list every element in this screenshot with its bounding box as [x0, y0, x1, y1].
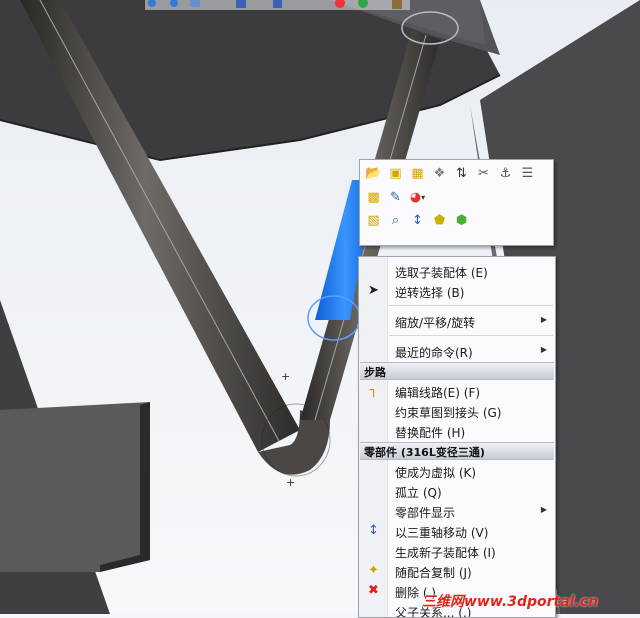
context-menu: 选取子装配体 (E) ➤ 逆转选择 (B) 缩放/平移/旋转 ▶ 最近的命令(R… [358, 256, 556, 618]
section-header-label: 步路 [364, 366, 386, 379]
route-icon: ┐ [369, 383, 378, 398]
menu-item-component-display[interactable]: 零部件显示 ▶ [359, 501, 555, 521]
appearance-icon[interactable]: ◕ ▾ [408, 188, 427, 207]
menu-item-copy-with-mates[interactable]: ✦ 随配合复制 (J) [359, 561, 555, 581]
menu-item-label: 缩放/平移/旋转 [395, 316, 476, 330]
menu-item-label: 孤立 (Q) [395, 486, 442, 500]
cursor-icon: ➤ [368, 283, 379, 298]
menu-item-label: 以三重轴移动 (V) [395, 526, 489, 540]
menu-item-label: 逆转选择 (B) [395, 286, 465, 300]
menu-item-invert-selection[interactable]: ➤ 逆转选择 (B) [359, 281, 555, 301]
svg-text:+: + [286, 476, 295, 489]
menu-item-zoom-pan-rotate[interactable]: 缩放/平移/旋转 ▶ [359, 311, 555, 331]
part-icon[interactable]: ▣ [386, 164, 405, 183]
menu-item-isolate[interactable]: 孤立 (Q) [359, 481, 555, 501]
copy-with-mates-icon: ✦ [368, 563, 379, 578]
zoom-icon[interactable]: ⌕ [386, 211, 405, 230]
context-toolbar: 📂 ▣ ▦ ❖ ⇅ ✂ ⚓ ☰ ▩ ✎ ◕ ▾ ▧ ⌕ ↕ ⬟ ⬢ [359, 159, 554, 246]
menu-item-make-virtual[interactable]: 使成为虚拟 (K) [359, 461, 555, 481]
sort-icon[interactable]: ⇅ [452, 164, 471, 183]
menu-separator [389, 335, 553, 336]
menu-item-select-subassembly[interactable]: 选取子装配体 (E) [359, 261, 555, 281]
mate-icon[interactable]: ⚓ [496, 164, 515, 183]
components-icon[interactable]: ❖ [430, 164, 449, 183]
menu-separator [389, 305, 553, 306]
svg-text:+: + [281, 370, 290, 383]
submenu-arrow-icon: ▶ [540, 505, 547, 514]
assembly-folder-icon[interactable]: ▩ [364, 188, 383, 207]
menu-item-label: 选取子装配体 (E) [395, 266, 488, 280]
submenu-arrow-icon: ▶ [540, 315, 547, 324]
open-folder-icon[interactable]: 📂 [364, 164, 383, 183]
paperclip-icon[interactable]: ✂ [474, 164, 493, 183]
show-icon[interactable]: ⬢ [452, 211, 471, 230]
heads-up-toolbar[interactable] [145, 0, 410, 10]
section-header-component: 零部件 (316L变径三通) [360, 442, 554, 460]
menu-item-label: 使成为虚拟 (K) [395, 466, 477, 480]
properties-icon[interactable]: ☰ [518, 164, 537, 183]
menu-item-label: 最近的命令(R) [395, 346, 473, 360]
menu-item-constrain-sketch[interactable]: 约束草图到接头 (G) [359, 401, 555, 421]
menu-item-edit-route[interactable]: ┐ 编辑线路(E) (F) [359, 381, 555, 401]
submenu-arrow-icon: ▶ [540, 345, 547, 354]
delete-icon: ✖ [368, 583, 379, 598]
menu-item-label: 生成新子装配体 (I) [395, 546, 496, 560]
menu-item-label: 零部件显示 [395, 506, 456, 520]
menu-item-move-triad[interactable]: ↕ 以三重轴移动 (V) [359, 521, 555, 541]
triad-icon: ↕ [368, 523, 379, 538]
menu-item-recent-commands[interactable]: 最近的命令(R) ▶ [359, 341, 555, 361]
section-header-label: 零部件 (316L变径三通) [364, 446, 485, 459]
menu-item-label: 替换配件 (H) [395, 426, 466, 440]
normal-to-icon[interactable]: ↕ [408, 211, 427, 230]
watermark: 三维网www.3dportal.cn [422, 594, 599, 610]
menu-item-label: 编辑线路(E) (F) [395, 386, 481, 400]
section-header-routing: 步路 [360, 362, 554, 380]
menu-item-form-subassembly[interactable]: 生成新子装配体 (I) [359, 541, 555, 561]
assembly-icon[interactable]: ▦ [408, 164, 427, 183]
menu-item-label: 约束草图到接头 (G) [395, 406, 502, 420]
zoom-to-selection-icon[interactable]: ▧ [364, 211, 383, 230]
hide-icon[interactable]: ⬟ [430, 211, 449, 230]
menu-item-replace-fitting[interactable]: 替换配件 (H) [359, 421, 555, 441]
menu-item-label: 随配合复制 (J) [395, 566, 472, 580]
edit-icon[interactable]: ✎ [386, 188, 405, 207]
